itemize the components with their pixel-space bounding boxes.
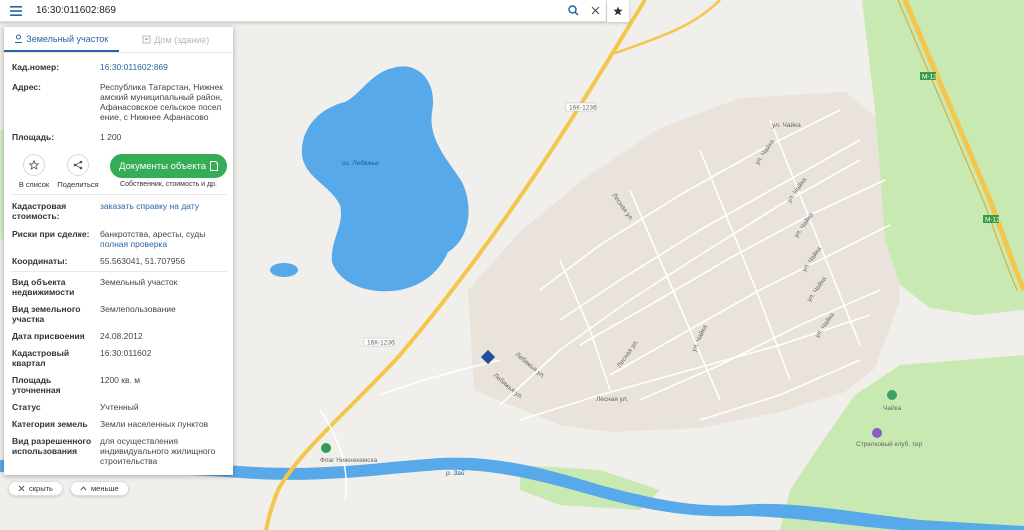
search-button[interactable] bbox=[562, 0, 584, 22]
add-to-list-button[interactable]: В список bbox=[12, 154, 56, 189]
coords-label: Координаты: bbox=[12, 256, 68, 266]
highway-shield: М-12 bbox=[983, 215, 1000, 224]
date-value: 24.08.2012 bbox=[100, 331, 143, 341]
road-shield: 16К-1236 bbox=[565, 102, 597, 112]
full-check-link[interactable]: полная проверка bbox=[100, 239, 225, 249]
street-label: ул. Чайка bbox=[772, 121, 801, 129]
documents-block: Документы объекта Собственник, стоимость… bbox=[110, 154, 227, 188]
quarter-label: Кадастровый квартал bbox=[12, 348, 70, 368]
info-row-area: Площадь: 1 200 bbox=[4, 132, 233, 142]
search-bar bbox=[0, 0, 606, 22]
svg-text:16К-1236: 16К-1236 bbox=[569, 105, 597, 112]
hide-label: скрыть bbox=[29, 484, 53, 493]
tab-land-plot[interactable]: Земельный участок bbox=[4, 27, 119, 52]
risks-label: Риски при сделке: bbox=[12, 229, 90, 239]
collapse-panel-button[interactable]: меньше bbox=[70, 481, 129, 496]
cad-label: Кад.номер: bbox=[12, 62, 60, 72]
landtype-label: Вид земельного участка bbox=[12, 304, 81, 324]
highway-shield: М-12 bbox=[920, 72, 937, 81]
category-value: Земли населенных пунктов bbox=[100, 419, 209, 429]
divider bbox=[10, 271, 227, 272]
detail-row-risks: Риски при сделке: банкротства, аресты, с… bbox=[4, 229, 233, 249]
area-label: Площадь: bbox=[12, 132, 55, 142]
detail-row-use: Вид разрешенного использования для осуще… bbox=[4, 436, 233, 466]
lake-label: оз. Лебяжье bbox=[342, 159, 379, 167]
svg-text:Чайка: Чайка bbox=[883, 404, 902, 412]
pond bbox=[270, 263, 298, 277]
svg-text:Флаг Нижнекамска: Флаг Нижнекамска bbox=[320, 457, 377, 464]
document-icon bbox=[210, 161, 219, 171]
svg-text:Стрелковый клуб, тир: Стрелковый клуб, тир bbox=[856, 440, 923, 448]
use-value: для осуществления индивидуального жилищн… bbox=[100, 436, 216, 466]
detail-row-date: Дата присвоения 24.08.2012 bbox=[4, 331, 233, 341]
svg-text:16К-1236: 16К-1236 bbox=[367, 340, 395, 347]
precise-area-value: 1200 кв. м bbox=[100, 375, 141, 385]
order-statement-link[interactable]: заказать справку на дату bbox=[100, 201, 225, 221]
building-icon bbox=[142, 35, 151, 44]
detail-row-landtype: Вид земельного участка Землепользование bbox=[4, 304, 233, 324]
value-label: Кадастровая стоимость: bbox=[12, 201, 67, 221]
area-value: 1 200 bbox=[100, 132, 122, 142]
tab-land-plot-label: Земельный участок bbox=[26, 33, 109, 44]
hide-panel-button[interactable]: скрыть bbox=[8, 481, 63, 496]
detail-row-area: Площадь уточненная 1200 кв. м bbox=[4, 375, 233, 395]
close-icon bbox=[18, 485, 25, 492]
landtype-value: Землепользование bbox=[100, 304, 176, 314]
type-label: Вид объекта недвижимости bbox=[12, 277, 75, 297]
share-label: Поделиться bbox=[57, 180, 99, 189]
documents-subtitle: Собственник, стоимость и др. bbox=[120, 181, 217, 188]
risks-value: банкротства, аресты, суды bbox=[100, 229, 206, 239]
share-icon bbox=[73, 160, 83, 170]
address-value: Республика Татарстан, Нижнекамский муниц… bbox=[100, 82, 223, 122]
detail-row-type: Вид объекта недвижимости Земельный участ… bbox=[4, 277, 233, 297]
search-input[interactable] bbox=[32, 0, 562, 21]
status-value: Учтенный bbox=[100, 402, 139, 412]
star-icon bbox=[613, 6, 623, 16]
search-icon bbox=[567, 5, 579, 16]
road-shield: 16К-1236 bbox=[363, 337, 395, 347]
coords-value: 55.563041, 51.707956 bbox=[100, 256, 186, 266]
star-outline-icon bbox=[29, 160, 39, 170]
tab-house[interactable]: Дом (здание) bbox=[119, 27, 234, 52]
favorite-button[interactable] bbox=[607, 0, 629, 22]
use-label: Вид разрешенного использования bbox=[12, 436, 92, 456]
action-bar: В список Поделиться Документы объекта Со… bbox=[4, 148, 233, 189]
info-row-cad: Кад.номер: 16:30:011602:869 bbox=[4, 62, 233, 72]
river-label: р. Зай bbox=[445, 469, 465, 477]
person-pin-icon bbox=[15, 34, 23, 43]
tab-house-label: Дом (здание) bbox=[154, 34, 210, 45]
detail-row-coords: Координаты: 55.563041, 51.707956 bbox=[4, 256, 233, 266]
share-button[interactable]: Поделиться bbox=[56, 154, 100, 189]
object-panel: Земельный участок Дом (здание) Кад.номер… bbox=[4, 27, 233, 475]
street-label: Лесная ул. bbox=[596, 396, 629, 403]
svg-text:М-12: М-12 bbox=[985, 217, 1000, 224]
cad-number-link[interactable]: 16:30:011602:869 bbox=[100, 62, 225, 72]
date-label: Дата присвоения bbox=[12, 331, 85, 341]
close-icon bbox=[591, 6, 599, 15]
documents-label: Документы объекта bbox=[118, 160, 207, 172]
detail-row-category: Категория земель Земли населенных пункто… bbox=[4, 419, 233, 429]
chevron-up-icon bbox=[80, 486, 87, 491]
info-row-address: Адрес: Республика Татарстан, Нижнекамски… bbox=[4, 82, 233, 122]
divider bbox=[10, 194, 227, 195]
menu-button[interactable] bbox=[0, 0, 32, 22]
clear-button[interactable] bbox=[584, 0, 606, 22]
documents-button[interactable]: Документы объекта bbox=[110, 154, 227, 178]
detail-row-status: Статус Учтенный bbox=[4, 402, 233, 412]
less-label: меньше bbox=[91, 484, 119, 493]
add-to-list-label: В список bbox=[18, 180, 50, 189]
quarter-value: 16:30:011602 bbox=[100, 348, 152, 358]
hamburger-icon bbox=[10, 5, 22, 16]
svg-text:М-12: М-12 bbox=[922, 74, 937, 81]
panel-tabs: Земельный участок Дом (здание) bbox=[4, 27, 233, 53]
precise-area-label: Площадь уточненная bbox=[12, 375, 61, 395]
status-label: Статус bbox=[12, 402, 41, 412]
category-label: Категория земель bbox=[12, 419, 88, 429]
type-value: Земельный участок bbox=[100, 277, 178, 287]
detail-row-value: Кадастровая стоимость: заказать справку … bbox=[4, 201, 233, 221]
address-label: Адрес: bbox=[12, 82, 41, 92]
detail-row-quarter: Кадастровый квартал 16:30:011602 bbox=[4, 348, 233, 368]
